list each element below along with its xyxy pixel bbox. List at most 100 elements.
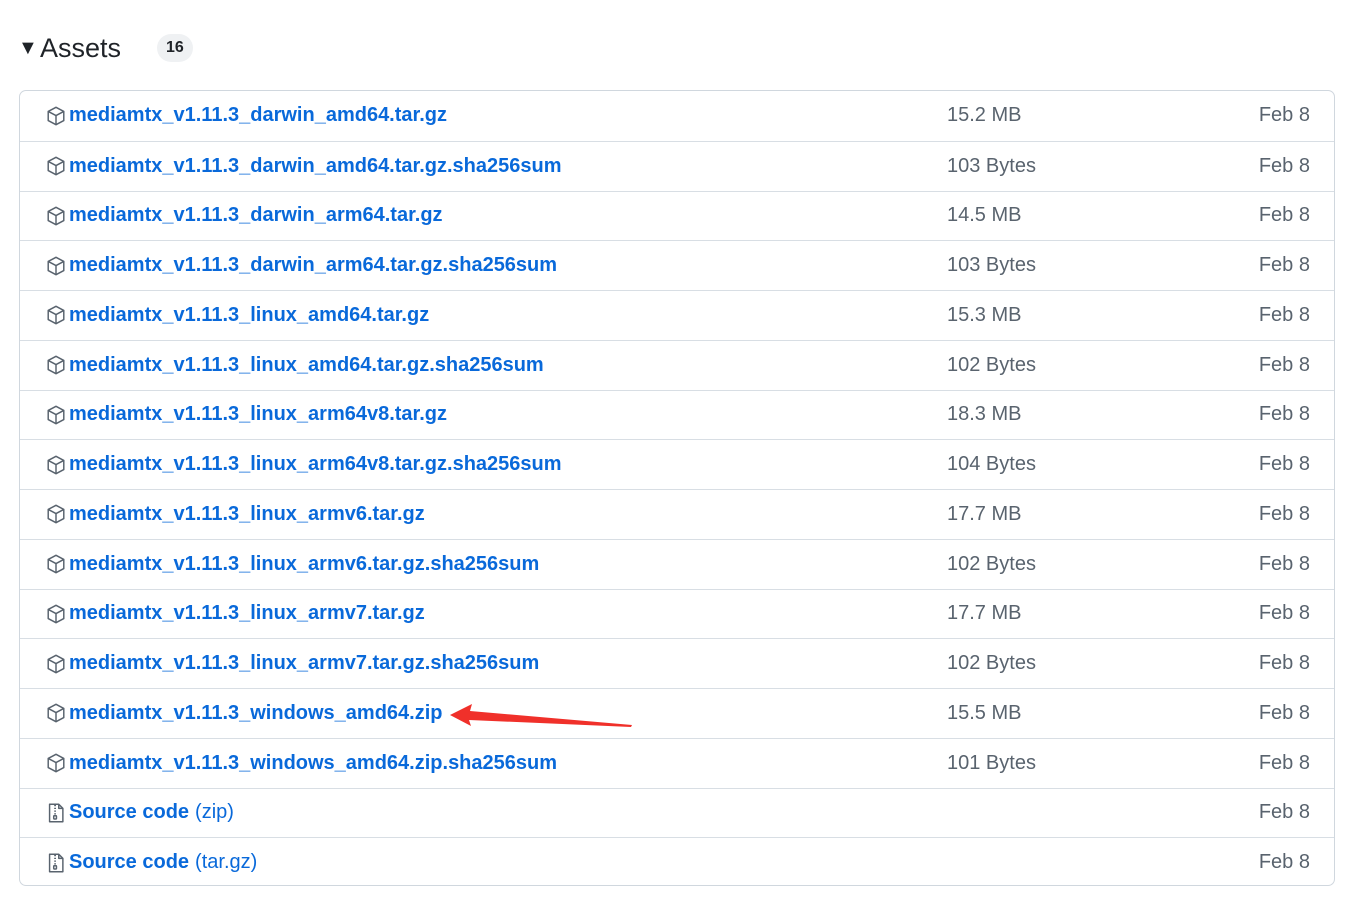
file-zip-icon — [45, 852, 67, 874]
asset-download-link[interactable]: Source code (tar.gz) — [69, 851, 257, 874]
asset-date: Feb 8 — [1258, 801, 1310, 824]
package-icon — [45, 404, 67, 426]
asset-download-link[interactable]: mediamtx_v1.11.3_linux_armv7.tar.gz.sha2… — [69, 652, 539, 675]
asset-size: 15.3 MB — [947, 303, 1022, 326]
package-icon — [45, 553, 67, 575]
asset-name-cell: mediamtx_v1.11.3_windows_amd64.zip — [45, 702, 443, 725]
asset-row: mediamtx_v1.11.3_linux_arm64v8.tar.gz 18.… — [20, 389, 1334, 440]
file-zip-icon — [45, 802, 67, 824]
package-icon — [45, 603, 67, 625]
asset-size: 102 Bytes — [947, 552, 1036, 575]
asset-row: mediamtx_v1.11.3_linux_armv7.tar.gz.sha2… — [20, 638, 1334, 688]
package-icon — [45, 354, 67, 376]
asset-row: mediamtx_v1.11.3_darwin_amd64.tar.gz 15.2… — [20, 91, 1334, 141]
package-icon — [45, 702, 67, 724]
package-icon — [45, 155, 67, 177]
asset-size: 17.7 MB — [947, 502, 1022, 525]
asset-download-link[interactable]: mediamtx_v1.11.3_darwin_arm64.tar.gz — [69, 204, 443, 227]
asset-date: Feb 8 — [1258, 453, 1310, 476]
asset-row: mediamtx_v1.11.3_darwin_arm64.tar.gz.sha… — [20, 240, 1334, 290]
asset-download-link[interactable]: mediamtx_v1.11.3_darwin_amd64.tar.gz.sha… — [69, 155, 562, 178]
asset-row: mediamtx_v1.11.3_windows_amd64.zip 15.5 M… — [20, 688, 1334, 738]
assets-header: ▼ Assets 16 — [18, 28, 193, 68]
asset-download-link[interactable]: mediamtx_v1.11.3_linux_arm64v8.tar.gz.sh… — [69, 453, 562, 476]
asset-name-cell: mediamtx_v1.11.3_linux_amd64.tar.gz — [45, 304, 429, 327]
asset-name-cell: mediamtx_v1.11.3_windows_amd64.zip.sha25… — [45, 752, 557, 775]
asset-date: Feb 8 — [1258, 851, 1310, 874]
asset-download-link[interactable]: mediamtx_v1.11.3_linux_amd64.tar.gz — [69, 304, 429, 327]
asset-download-link[interactable]: mediamtx_v1.11.3_linux_amd64.tar.gz.sha2… — [69, 354, 544, 377]
asset-date: Feb 8 — [1258, 154, 1310, 177]
asset-size: 104 Bytes — [947, 453, 1036, 476]
asset-date: Feb 8 — [1258, 602, 1310, 625]
asset-row: mediamtx_v1.11.3_linux_arm64v8.tar.gz.sh… — [20, 439, 1334, 489]
asset-download-link[interactable]: mediamtx_v1.11.3_linux_armv6.tar.gz — [69, 503, 425, 526]
asset-download-link[interactable]: mediamtx_v1.11.3_linux_arm64v8.tar.gz — [69, 403, 447, 426]
asset-row: mediamtx_v1.11.3_linux_amd64.tar.gz.sha2… — [20, 339, 1334, 390]
asset-download-link[interactable]: mediamtx_v1.11.3_windows_amd64.zip — [69, 702, 443, 725]
package-icon — [45, 105, 67, 127]
package-icon — [45, 205, 67, 227]
asset-format-label[interactable]: (zip) — [195, 801, 234, 823]
asset-date: Feb 8 — [1258, 552, 1310, 575]
asset-download-link[interactable]: Source code (zip) — [69, 801, 234, 824]
asset-date: Feb 8 — [1258, 204, 1310, 227]
asset-name-cell: mediamtx_v1.11.3_linux_arm64v8.tar.gz.sh… — [45, 453, 562, 476]
asset-row: mediamtx_v1.11.3_linux_armv6.tar.gz.sha2… — [20, 538, 1334, 589]
asset-date: Feb 8 — [1258, 751, 1310, 774]
asset-name-cell: mediamtx_v1.11.3_darwin_arm64.tar.gz.sha… — [45, 254, 557, 277]
assets-count-badge: 16 — [157, 34, 193, 62]
asset-name-cell: mediamtx_v1.11.3_darwin_arm64.tar.gz — [45, 204, 443, 227]
asset-date: Feb 8 — [1258, 701, 1310, 724]
asset-size: 103 Bytes — [947, 254, 1036, 277]
asset-size: 17.7 MB — [947, 602, 1022, 625]
asset-row: mediamtx_v1.11.3_linux_armv7.tar.gz 17.7 … — [20, 588, 1334, 639]
asset-date: Feb 8 — [1258, 353, 1310, 376]
asset-download-link[interactable]: mediamtx_v1.11.3_linux_armv6.tar.gz.sha2… — [69, 553, 539, 576]
triangle-down-icon[interactable]: ▼ — [18, 38, 38, 58]
asset-row: Source code (zip) Feb 8 — [20, 787, 1334, 838]
package-icon — [45, 454, 67, 476]
asset-date: Feb 8 — [1258, 303, 1310, 326]
asset-name-cell: mediamtx_v1.11.3_linux_armv6.tar.gz.sha2… — [45, 553, 539, 576]
asset-date: Feb 8 — [1258, 502, 1310, 525]
asset-download-link[interactable]: mediamtx_v1.11.3_darwin_arm64.tar.gz.sha… — [69, 254, 557, 277]
asset-size: 15.5 MB — [947, 701, 1022, 724]
asset-size: 101 Bytes — [947, 751, 1036, 774]
asset-size: 102 Bytes — [947, 353, 1036, 376]
asset-size: 15.2 MB — [947, 104, 1022, 127]
package-icon — [45, 503, 67, 525]
asset-size: 102 Bytes — [947, 652, 1036, 675]
asset-name-cell: Source code (tar.gz) — [45, 851, 257, 874]
asset-row: mediamtx_v1.11.3_darwin_amd64.tar.gz.sha… — [20, 140, 1334, 191]
assets-title[interactable]: Assets — [40, 33, 121, 64]
asset-row: mediamtx_v1.11.3_darwin_arm64.tar.gz 14.5… — [20, 190, 1334, 241]
asset-date: Feb 8 — [1258, 652, 1310, 675]
asset-size: 14.5 MB — [947, 204, 1022, 227]
asset-download-link[interactable]: mediamtx_v1.11.3_darwin_amd64.tar.gz — [69, 104, 447, 127]
asset-format-label[interactable]: (tar.gz) — [195, 851, 257, 873]
asset-date: Feb 8 — [1258, 403, 1310, 426]
package-icon — [45, 752, 67, 774]
asset-name-cell: mediamtx_v1.11.3_linux_armv7.tar.gz — [45, 602, 425, 625]
assets-list: mediamtx_v1.11.3_darwin_amd64.tar.gz 15.2… — [19, 90, 1335, 886]
asset-row: Source code (tar.gz) Feb 8 — [20, 837, 1334, 885]
asset-name-cell: mediamtx_v1.11.3_linux_amd64.tar.gz.sha2… — [45, 354, 544, 377]
asset-row: mediamtx_v1.11.3_windows_amd64.zip.sha25… — [20, 737, 1334, 788]
asset-name-cell: Source code (zip) — [45, 801, 234, 824]
asset-size: 103 Bytes — [947, 154, 1036, 177]
asset-name-cell: mediamtx_v1.11.3_darwin_amd64.tar.gz.sha… — [45, 155, 562, 178]
package-icon — [45, 255, 67, 277]
asset-date: Feb 8 — [1258, 104, 1310, 127]
package-icon — [45, 653, 67, 675]
annotation-arrow — [450, 704, 632, 727]
asset-date: Feb 8 — [1258, 254, 1310, 277]
asset-row: mediamtx_v1.11.3_linux_amd64.tar.gz 15.3 … — [20, 290, 1334, 340]
asset-name-cell: mediamtx_v1.11.3_darwin_amd64.tar.gz — [45, 104, 447, 127]
asset-download-link[interactable]: mediamtx_v1.11.3_windows_amd64.zip.sha25… — [69, 752, 557, 775]
asset-name-cell: mediamtx_v1.11.3_linux_armv7.tar.gz.sha2… — [45, 652, 539, 675]
asset-download-link[interactable]: mediamtx_v1.11.3_linux_armv7.tar.gz — [69, 602, 425, 625]
asset-row: mediamtx_v1.11.3_linux_armv6.tar.gz 17.7 … — [20, 489, 1334, 539]
asset-name-cell: mediamtx_v1.11.3_linux_armv6.tar.gz — [45, 503, 425, 526]
package-icon — [45, 304, 67, 326]
